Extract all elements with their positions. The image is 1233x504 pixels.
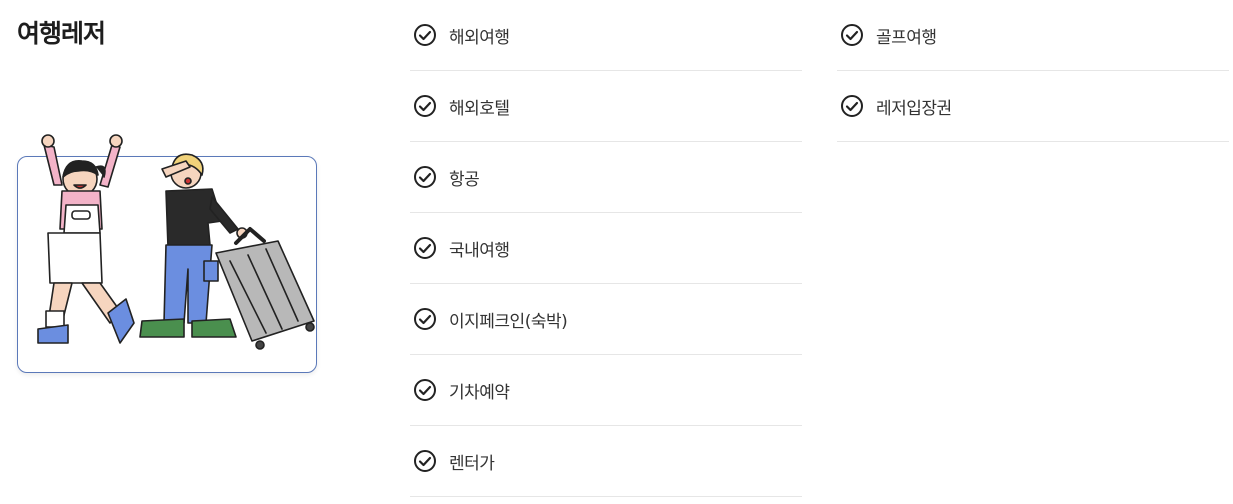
check-circle-icon: [414, 166, 436, 188]
girl-figure: [37, 134, 135, 344]
menu-item-leisure-ticket[interactable]: 레저입장권: [837, 71, 1229, 142]
check-circle-icon: [414, 379, 436, 401]
check-circle-icon: [841, 24, 863, 46]
menu-item-label: 이지페크인(숙박): [449, 311, 568, 332]
check-circle-icon: [841, 95, 863, 117]
travelers-illustration: [37, 134, 315, 350]
menu-item-label: 해외호텔: [449, 98, 510, 119]
menu-item-flight[interactable]: 항공: [410, 142, 802, 213]
menu-item-label: 골프여행: [876, 27, 937, 48]
menu-item-label: 기차예약: [449, 382, 510, 403]
menu-item-overseas-hotel[interactable]: 해외호텔: [410, 71, 802, 142]
travel-banner[interactable]: [17, 134, 317, 373]
menu-column-2: 골프여행 레저입장권: [837, 0, 1229, 142]
check-circle-icon: [414, 24, 436, 46]
check-circle-icon: [414, 95, 436, 117]
menu-item-easy-checkin[interactable]: 이지페크인(숙박): [410, 284, 802, 355]
menu-item-label: 국내여행: [449, 240, 510, 261]
menu-item-rental-car[interactable]: 렌터가: [410, 426, 802, 497]
menu-item-label: 렌터가: [449, 453, 495, 474]
menu-item-overseas-travel[interactable]: 해외여행: [410, 0, 802, 71]
menu-item-domestic-travel[interactable]: 국내여행: [410, 213, 802, 284]
menu-column-1: 해외여행 해외호텔 항공 국내여행 이지페크인(숙박) 기차예약 렌터가: [410, 0, 802, 497]
menu-item-label: 항공: [449, 169, 480, 190]
check-circle-icon: [414, 308, 436, 330]
section-title: 여행레저: [17, 19, 106, 48]
menu-item-golf-travel[interactable]: 골프여행: [837, 0, 1229, 71]
menu-item-label: 해외여행: [449, 27, 510, 48]
menu-item-label: 레저입장권: [876, 98, 952, 119]
menu-item-train-booking[interactable]: 기차예약: [410, 355, 802, 426]
boy-figure: [139, 153, 315, 350]
check-circle-icon: [414, 237, 436, 259]
check-circle-icon: [414, 450, 436, 472]
